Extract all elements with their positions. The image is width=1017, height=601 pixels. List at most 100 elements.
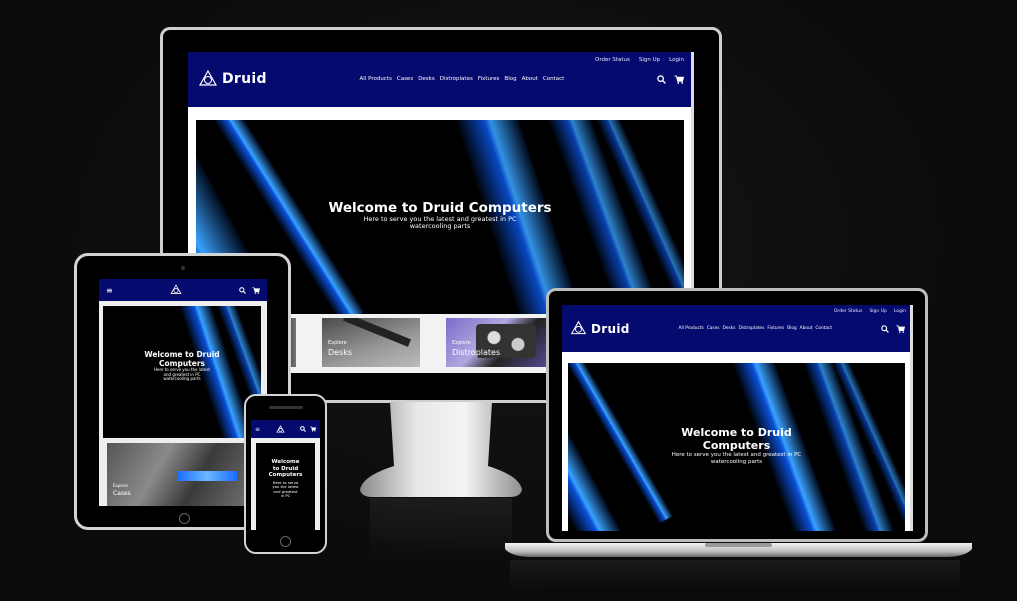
- nav-contact[interactable]: Contact: [543, 76, 564, 82]
- celtic-knot-logo-icon[interactable]: [275, 424, 285, 434]
- desk-image: [343, 318, 411, 347]
- cart-icon[interactable]: [896, 324, 905, 333]
- brand[interactable]: Druid: [570, 320, 630, 337]
- category-kicker: Explore: [452, 340, 471, 346]
- topbar: Order Status Sign Up Login: [188, 52, 694, 63]
- hero-title-line: Welcome to Druid: [144, 350, 220, 359]
- order-status-link[interactable]: Order Status: [595, 57, 630, 63]
- brand-name: Druid: [591, 321, 630, 336]
- search-icon[interactable]: [657, 74, 666, 84]
- hero-title-line: to Druid: [272, 465, 299, 472]
- hero-subtitle: Here to serve you the latest and greates…: [103, 367, 261, 382]
- hero-text: Welcome to Druid Computers Here to serve…: [103, 350, 261, 382]
- celtic-knot-logo-icon: [198, 69, 218, 86]
- hero-title: Welcome to Druid Computers: [256, 459, 315, 479]
- nav-fixtures[interactable]: Fixtures: [767, 326, 784, 331]
- hero-title: Welcome to Druid Computers: [328, 200, 552, 216]
- header-icons: [239, 286, 260, 294]
- nav-all-products[interactable]: All Products: [360, 76, 392, 82]
- tablet-home-button[interactable]: [179, 513, 190, 524]
- hero-title: Welcome to Druid Computers: [568, 426, 905, 452]
- hero-subtitle-line: watercooling parts: [163, 376, 201, 382]
- nav-contact[interactable]: Contact: [815, 326, 832, 331]
- cart-icon[interactable]: [674, 74, 684, 84]
- main-nav: All Products Cases Desks Distroplates Fi…: [360, 76, 565, 82]
- main-nav-bar: Druid All Products Cases Desks Distropla…: [562, 314, 913, 337]
- nav-distroplates[interactable]: Distroplates: [738, 326, 764, 331]
- nav-cases[interactable]: Cases: [397, 76, 413, 82]
- scrollbar[interactable]: [910, 305, 913, 531]
- nav-fixtures[interactable]: Fixtures: [478, 76, 500, 82]
- category-name: Desks: [328, 348, 353, 357]
- sign-up-link[interactable]: Sign Up: [869, 309, 886, 314]
- laptop: Order Status Sign Up Login Druid All Pro…: [546, 288, 928, 542]
- phone-home-button[interactable]: [280, 536, 291, 547]
- hero-title-line: Welcome to Druid: [681, 426, 792, 439]
- hero-banner: Welcome to Druid Computers Here to serve…: [256, 443, 315, 530]
- case-led-strip: [177, 471, 237, 481]
- hamburger-menu-icon[interactable]: ≡: [106, 286, 113, 295]
- phone-speaker: [269, 406, 303, 409]
- hero-banner: Welcome to Druid Computers Here to serve…: [103, 306, 261, 438]
- cart-icon[interactable]: [310, 426, 316, 432]
- category-card-distroplates[interactable]: Explore Distroplates: [446, 318, 554, 367]
- nav-all-products[interactable]: All Products: [679, 326, 704, 331]
- hamburger-menu-icon[interactable]: ≡: [255, 426, 260, 433]
- responsive-mockup: Order Status Sign Up Login Druid All Pro…: [0, 0, 1017, 601]
- laptop-screen: Order Status Sign Up Login Druid All Pro…: [562, 305, 913, 531]
- site-header: ≡: [251, 420, 320, 438]
- category-card-cases[interactable]: Explore Cases: [107, 443, 257, 506]
- hero-subtitle: Here to serve you the latest and greates…: [568, 452, 905, 465]
- hero-text: Welcome to Druid Computers Here to serve…: [196, 200, 684, 231]
- celtic-knot-logo-icon: [570, 320, 587, 335]
- sign-up-link[interactable]: Sign Up: [639, 57, 660, 63]
- hero-subtitle-line: watercooling parts: [409, 222, 471, 231]
- search-icon[interactable]: [300, 426, 306, 432]
- header-icons: [881, 324, 905, 333]
- nav-cases[interactable]: Cases: [707, 326, 720, 331]
- nav-desks[interactable]: Desks: [723, 326, 736, 331]
- stand-reflection: [370, 498, 512, 558]
- main-nav: All Products Cases Desks Distroplates Fi…: [679, 326, 833, 331]
- nav-blog[interactable]: Blog: [504, 76, 516, 82]
- hero-subtitle-line: in PC: [280, 492, 291, 498]
- tablet-screen: ≡ Welcome to Druid Computers Here to ser…: [99, 279, 267, 506]
- hero-title-line: Welcome: [271, 459, 300, 465]
- phone: ≡ Welcome to Druid Computers Here to ser…: [244, 394, 327, 554]
- brand-name: Druid: [222, 71, 267, 87]
- nav-about[interactable]: About: [800, 326, 813, 331]
- tablet-camera: [181, 266, 185, 270]
- scrollbar[interactable]: [691, 52, 694, 314]
- hero-title-line: Computers: [268, 472, 303, 479]
- hero-subtitle: Here to serve you the latest and greates…: [256, 480, 315, 498]
- site-header: Order Status Sign Up Login Druid All Pro…: [562, 305, 913, 352]
- order-status-link[interactable]: Order Status: [834, 309, 863, 314]
- nav-distroplates[interactable]: Distroplates: [440, 76, 473, 82]
- hero-subtitle-line: watercooling parts: [710, 458, 763, 465]
- hero-text: Welcome to Druid Computers Here to serve…: [256, 459, 315, 498]
- nav-about[interactable]: About: [522, 76, 538, 82]
- hero-title-line: Computers: [702, 438, 771, 452]
- nav-blog[interactable]: Blog: [787, 326, 797, 331]
- search-icon[interactable]: [881, 324, 889, 333]
- hero-subtitle: Here to serve you the latest and greates…: [196, 215, 684, 231]
- category-kicker: Explore: [113, 483, 129, 488]
- phone-screen: ≡ Welcome to Druid Computers Here to ser…: [251, 420, 320, 530]
- search-icon[interactable]: [239, 286, 246, 294]
- cart-icon[interactable]: [252, 286, 260, 294]
- site-header: Order Status Sign Up Login Druid All Pro…: [188, 52, 694, 107]
- brand[interactable]: Druid: [198, 69, 267, 89]
- category-kicker: Explore: [328, 340, 347, 346]
- hero-text: Welcome to Druid Computers Here to serve…: [568, 426, 905, 465]
- main-nav-bar: Druid All Products Cases Desks Distropla…: [188, 63, 694, 89]
- login-link[interactable]: Login: [894, 309, 906, 314]
- laptop-base: [505, 543, 972, 557]
- site-header: ≡: [99, 279, 267, 301]
- hero-banner: Welcome to Druid Computers Here to serve…: [568, 363, 905, 531]
- topbar: Order Status Sign Up Login: [562, 305, 913, 314]
- hero-title: Welcome to Druid Computers: [103, 350, 261, 368]
- login-link[interactable]: Login: [669, 57, 684, 63]
- nav-desks[interactable]: Desks: [418, 76, 435, 82]
- celtic-knot-logo-icon[interactable]: [170, 284, 182, 296]
- category-card-desks[interactable]: Explore Desks: [322, 318, 420, 367]
